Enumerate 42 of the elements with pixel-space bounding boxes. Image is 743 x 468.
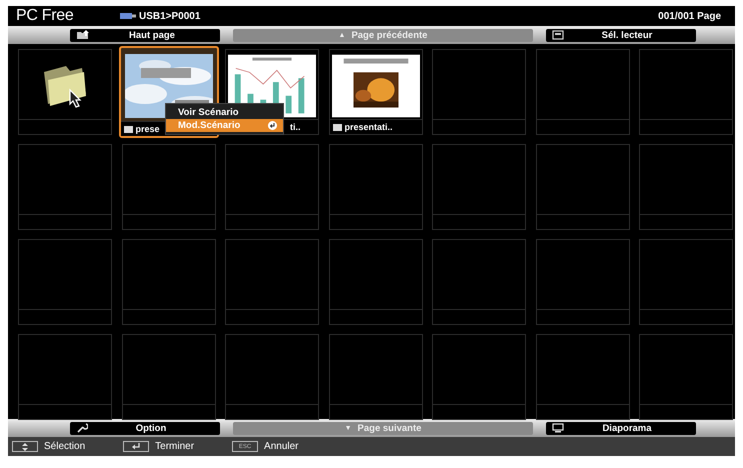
- drive-button[interactable]: Sél. lecteur: [546, 28, 696, 42]
- empty-slot[interactable]: [225, 239, 319, 325]
- page-count: 001/001 Page: [658, 10, 722, 22]
- file-name: presentati..: [344, 122, 393, 132]
- folder-up-icon: [76, 30, 90, 40]
- empty-slot[interactable]: [639, 49, 733, 135]
- empty-slot[interactable]: [432, 144, 526, 230]
- empty-slot[interactable]: [328, 239, 422, 325]
- drive-icon: [552, 30, 564, 40]
- enter-icon: [268, 121, 277, 130]
- empty-slot[interactable]: [536, 239, 630, 325]
- empty-slot[interactable]: [18, 239, 112, 325]
- empty-slot[interactable]: [328, 144, 422, 230]
- empty-slot[interactable]: [639, 144, 733, 230]
- folder-slot[interactable]: [18, 49, 112, 135]
- enter-key-icon: [123, 441, 150, 452]
- empty-slot[interactable]: [432, 239, 526, 325]
- usb-icon: [120, 12, 136, 18]
- empty-slot[interactable]: [225, 144, 319, 230]
- screen-icon: [552, 423, 564, 433]
- option-button[interactable]: Option: [70, 422, 220, 434]
- empty-slot[interactable]: [122, 144, 216, 230]
- slide-file-icon: [332, 124, 342, 130]
- empty-slot[interactable]: [432, 49, 526, 135]
- empty-slot[interactable]: [122, 239, 216, 325]
- app-title: PC Free: [16, 7, 74, 25]
- folder-path: USB1>P0001: [139, 10, 200, 22]
- file-name: ti..: [290, 122, 300, 132]
- file-thumbnail[interactable]: presentati..: [328, 49, 422, 135]
- slide-file-icon: [124, 126, 132, 132]
- updown-key-icon: [12, 441, 38, 452]
- key-hint: Annuler: [264, 441, 299, 452]
- file-name: prese: [136, 124, 160, 134]
- key-hint: Sélection: [44, 441, 86, 452]
- empty-slot[interactable]: [18, 144, 112, 230]
- empty-slot[interactable]: [536, 49, 630, 135]
- up-button[interactable]: Haut page: [70, 28, 220, 42]
- empty-slot[interactable]: [536, 144, 630, 230]
- slideshow-button[interactable]: Diaporama: [546, 422, 696, 434]
- key-hint: Terminer: [155, 441, 194, 452]
- empty-slot[interactable]: [639, 239, 733, 325]
- wrench-icon: [76, 423, 88, 433]
